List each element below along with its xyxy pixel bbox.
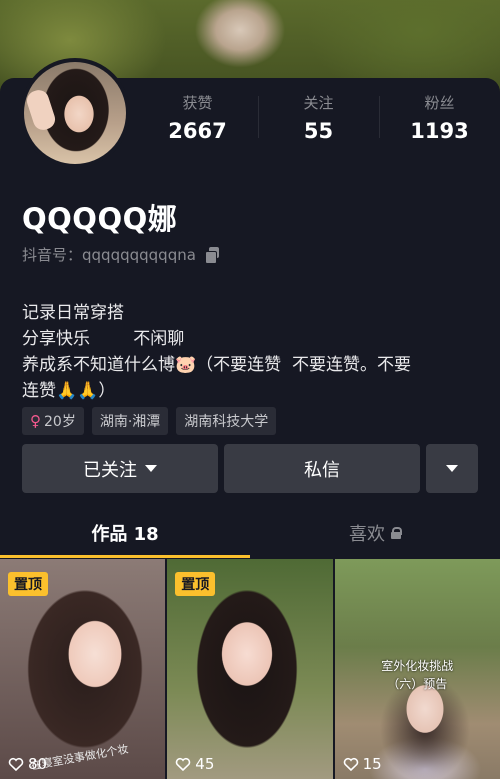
tab-likes[interactable]: 喜欢 — [250, 508, 500, 558]
stat-following[interactable]: 关注 55 — [258, 86, 379, 146]
pinned-badge: 置顶 — [8, 572, 48, 596]
stat-label: 粉丝 — [424, 94, 455, 112]
video-likes-count: 15 — [362, 755, 382, 773]
stat-label: 获赞 — [182, 94, 213, 112]
chevron-down-icon — [446, 465, 458, 472]
bio-line: 分享快乐 不闲聊 — [22, 329, 185, 349]
tab-likes-label: 喜欢 — [349, 524, 385, 545]
stat-likes[interactable]: 获赞 2667 — [137, 86, 258, 146]
profile-tags: ♀ 20岁 湖南·湘潭 湖南科技大学 — [22, 407, 277, 435]
heart-icon — [175, 757, 191, 771]
chevron-down-icon — [145, 465, 157, 472]
tag-age: ♀ 20岁 — [22, 407, 84, 435]
bio-line: 记录日常穿搭 — [22, 303, 124, 323]
video-likes: 80 — [8, 755, 47, 773]
more-button[interactable] — [426, 444, 478, 493]
bio: 记录日常穿搭 分享快乐 不闲聊 养成系不知道什么博🐷（不要连赞 不要连赞。不要 … — [22, 300, 482, 404]
bio-line: 连赞🙏🙏） — [22, 381, 116, 401]
video-thumbnail[interactable]: 室外化妆挑战 （六）预告 15 — [334, 559, 500, 779]
copy-icon[interactable] — [204, 246, 220, 264]
tab-indicator — [0, 555, 250, 558]
heart-icon — [8, 757, 24, 771]
following-label: 已关注 — [83, 459, 137, 481]
tag-age-label: 20岁 — [44, 414, 76, 430]
avatar[interactable] — [20, 58, 130, 168]
tag-school[interactable]: 湖南科技大学 — [176, 407, 277, 435]
message-button[interactable]: 私信 — [224, 444, 420, 493]
douyin-id-row: 抖音号：qqqqqqqqqqna — [22, 244, 220, 265]
tag-school-label: 湖南科技大学 — [184, 414, 269, 430]
avatar-hand — [24, 87, 58, 133]
following-button[interactable]: 已关注 — [22, 444, 218, 493]
message-label: 私信 — [304, 459, 340, 481]
video-thumbnail[interactable]: 置顶 在寝室没事做化个妆 80 — [0, 559, 166, 779]
stat-value: 1193 — [410, 119, 469, 143]
video-likes-count: 80 — [28, 755, 48, 773]
video-grid: 置顶 在寝室没事做化个妆 80 置顶 45 室外化妆挑战 （六）预告 15 — [0, 559, 500, 779]
video-overlay-title: 室外化妆挑战 — [381, 659, 454, 673]
pinned-badge: 置顶 — [175, 572, 216, 596]
douyin-id: 抖音号：qqqqqqqqqqna — [22, 246, 196, 264]
video-likes-count: 45 — [195, 755, 215, 773]
content-tabs: 作品 18 喜欢 — [0, 508, 500, 558]
tab-works[interactable]: 作品 18 — [0, 508, 250, 558]
username: QQQQQ娜 — [22, 202, 178, 236]
lock-icon — [391, 527, 402, 539]
tag-location: 湖南·湘潭 — [91, 407, 169, 435]
stat-followers[interactable]: 粉丝 1193 — [379, 86, 500, 146]
avatar-image — [24, 62, 126, 164]
video-thumbnail[interactable]: 置顶 45 — [167, 559, 333, 779]
video-likes: 45 — [175, 755, 214, 773]
tag-location-label: 湖南·湘潭 — [99, 414, 161, 430]
video-overlay-subtitle: （六）预告 — [387, 677, 448, 691]
heart-icon — [343, 757, 359, 771]
video-likes: 15 — [343, 755, 382, 773]
tab-works-label: 作品 18 — [91, 524, 159, 545]
action-buttons: 已关注 私信 — [22, 444, 478, 493]
stat-value: 2667 — [168, 119, 227, 143]
stats-row: 获赞 2667 关注 55 粉丝 1193 — [137, 86, 500, 146]
stat-label: 关注 — [303, 94, 334, 112]
stat-value: 55 — [303, 119, 334, 143]
bio-line: 养成系不知道什么博🐷（不要连赞 不要连赞。不要 — [22, 355, 411, 375]
female-icon: ♀ — [30, 412, 41, 430]
